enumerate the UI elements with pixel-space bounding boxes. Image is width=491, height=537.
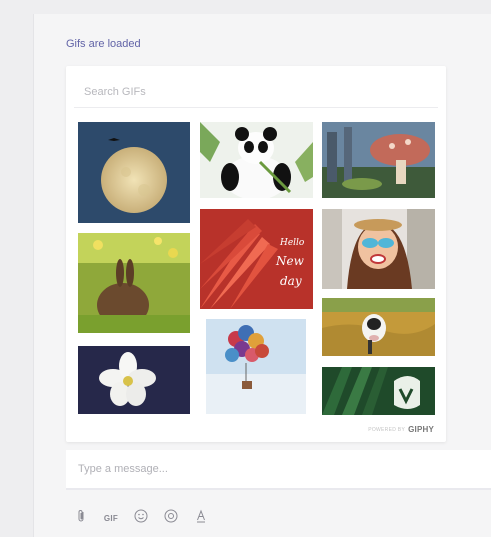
attach-button[interactable] bbox=[72, 508, 90, 528]
giphy-attribution: POWERED BY GIPHY bbox=[368, 425, 434, 434]
gif-mushroom[interactable] bbox=[322, 122, 435, 198]
compose-toolbar: GIF bbox=[72, 506, 210, 530]
format-button[interactable] bbox=[192, 508, 210, 528]
gif-new-day[interactable]: Hello New day bbox=[200, 209, 313, 309]
sticker-button[interactable] bbox=[162, 508, 180, 528]
sticker-icon bbox=[164, 509, 178, 528]
message-input[interactable] bbox=[66, 450, 491, 488]
emoji-button[interactable] bbox=[132, 508, 150, 528]
gif-white-flower[interactable] bbox=[78, 346, 190, 414]
gif-icon: GIF bbox=[103, 513, 119, 523]
gif-balloon-house[interactable] bbox=[206, 319, 306, 414]
paperclip-icon bbox=[74, 509, 88, 528]
overlay-line3: day bbox=[280, 274, 302, 288]
gif-button[interactable]: GIF bbox=[102, 508, 120, 528]
gif-woman-sunglasses[interactable] bbox=[322, 209, 435, 289]
gif-cow[interactable] bbox=[322, 298, 435, 356]
overlay-line2: New bbox=[275, 254, 305, 268]
emoji-icon bbox=[134, 509, 148, 528]
gif-rabbit[interactable] bbox=[78, 233, 190, 333]
attribution-prefix: POWERED BY bbox=[368, 426, 406, 433]
gif-search-input[interactable] bbox=[74, 76, 438, 108]
message-composer bbox=[66, 450, 491, 490]
giphy-logo: GIPHY bbox=[408, 425, 434, 434]
gif-panda[interactable] bbox=[200, 122, 313, 198]
gif-picker: Hello New day bbox=[66, 66, 446, 442]
format-icon bbox=[194, 509, 208, 528]
gif-green-leaves[interactable] bbox=[322, 367, 435, 415]
status-message: Gifs are loaded bbox=[66, 38, 141, 50]
overlay-line1: Hello bbox=[279, 238, 305, 248]
gif-moon[interactable] bbox=[78, 122, 190, 223]
